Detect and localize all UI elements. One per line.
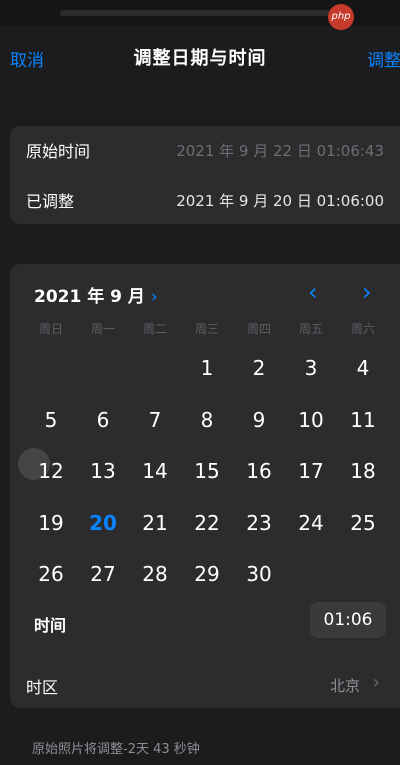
touch-indicator: [18, 448, 50, 480]
calendar-day[interactable]: 2: [233, 346, 285, 390]
calendar-day[interactable]: 4: [337, 346, 389, 390]
calendar-day[interactable]: 13: [77, 449, 129, 493]
time-summary-card: 原始时间 2021 年 9 月 22 日 01:06:43 已调整 2021 年…: [10, 126, 400, 224]
calendar-day[interactable]: 8: [181, 398, 233, 442]
original-time-value: 2021 年 9 月 22 日 01:06:43: [176, 142, 384, 160]
next-month-icon[interactable]: ›: [362, 278, 372, 306]
calendar-day[interactable]: 17: [285, 449, 337, 493]
weekday-label: 周五: [298, 322, 323, 336]
status-bar-decoration: [60, 10, 340, 16]
calendar-day[interactable]: 3: [285, 346, 337, 390]
page-title: 调整日期与时间: [133, 48, 267, 69]
weekday-header: 周日 周一 周二 周三 周四 周五 周六: [25, 320, 389, 340]
adjustment-note: 原始照片将调整-2天 43 秒钟: [32, 742, 200, 757]
nav-header: 取消 调整日期与时间 调整: [0, 36, 400, 76]
chevron-right-icon: ›: [372, 672, 380, 693]
month-year-label: 2021 年 9 月: [34, 287, 145, 307]
weekday-label: 周四: [246, 322, 271, 336]
adjusted-time-value: 2021 年 9 月 20 日 01:06:00: [176, 192, 384, 210]
time-picker-button[interactable]: 01:06: [310, 602, 386, 638]
timezone-label: 时区: [26, 678, 59, 697]
weekday-label: 周二: [142, 322, 167, 336]
calendar-day[interactable]: 30: [233, 552, 285, 596]
calendar-day[interactable]: 25: [337, 501, 389, 545]
calendar-day[interactable]: 6: [77, 398, 129, 442]
calendar-day[interactable]: 29: [181, 552, 233, 596]
calendar-day[interactable]: 10: [285, 398, 337, 442]
weekday-label: 周三: [194, 322, 219, 336]
adjust-button[interactable]: 调整: [367, 46, 400, 71]
calendar-day[interactable]: 19: [25, 501, 77, 545]
time-label: 时间: [34, 616, 67, 635]
calendar-day[interactable]: 16: [233, 449, 285, 493]
calendar-day[interactable]: 15: [181, 449, 233, 493]
calendar-day-selected[interactable]: 20: [77, 501, 129, 545]
timezone-value: 北京: [329, 677, 360, 695]
previous-month-icon[interactable]: ‹: [308, 278, 318, 306]
calendar-day[interactable]: 9: [233, 398, 285, 442]
original-time-row: 原始时间 2021 年 9 月 22 日 01:06:43: [26, 126, 384, 174]
calendar-day[interactable]: 11: [337, 398, 389, 442]
weekday-label: 周六: [350, 322, 375, 336]
calendar-day[interactable]: 26: [25, 552, 77, 596]
adjusted-time-row: 已调整 2021 年 9 月 20 日 01:06:00: [26, 176, 384, 224]
chevron-right-icon: ›: [150, 287, 158, 307]
calendar-day[interactable]: 5: [25, 398, 77, 442]
calendar-day[interactable]: 7: [129, 398, 181, 442]
calendar-day[interactable]: 1: [181, 346, 233, 390]
calendar-day[interactable]: 23: [233, 501, 285, 545]
calendar-card: 2021 年 9 月 › ‹ › 周日 周一 周二 周三 周四 周五 周六 123…: [10, 264, 400, 708]
calendar-day[interactable]: 24: [285, 501, 337, 545]
calendar-day[interactable]: 22: [181, 501, 233, 545]
calendar-day[interactable]: 18: [337, 449, 389, 493]
timezone-row[interactable]: 时区 北京 ›: [26, 666, 386, 706]
calendar-day[interactable]: 14: [129, 449, 181, 493]
php-watermark-logo: php: [328, 4, 354, 30]
calendar-day[interactable]: 28: [129, 552, 181, 596]
calendar-day[interactable]: 27: [77, 552, 129, 596]
original-time-label: 原始时间: [26, 142, 91, 161]
time-row: 时间 01:06: [34, 602, 386, 642]
weekday-label: 周一: [90, 322, 115, 336]
weekday-label: 周日: [38, 322, 63, 336]
calendar-day[interactable]: 21: [129, 501, 181, 545]
adjusted-time-label: 已调整: [26, 192, 75, 211]
month-year-picker-button[interactable]: 2021 年 9 月 ›: [34, 282, 158, 307]
